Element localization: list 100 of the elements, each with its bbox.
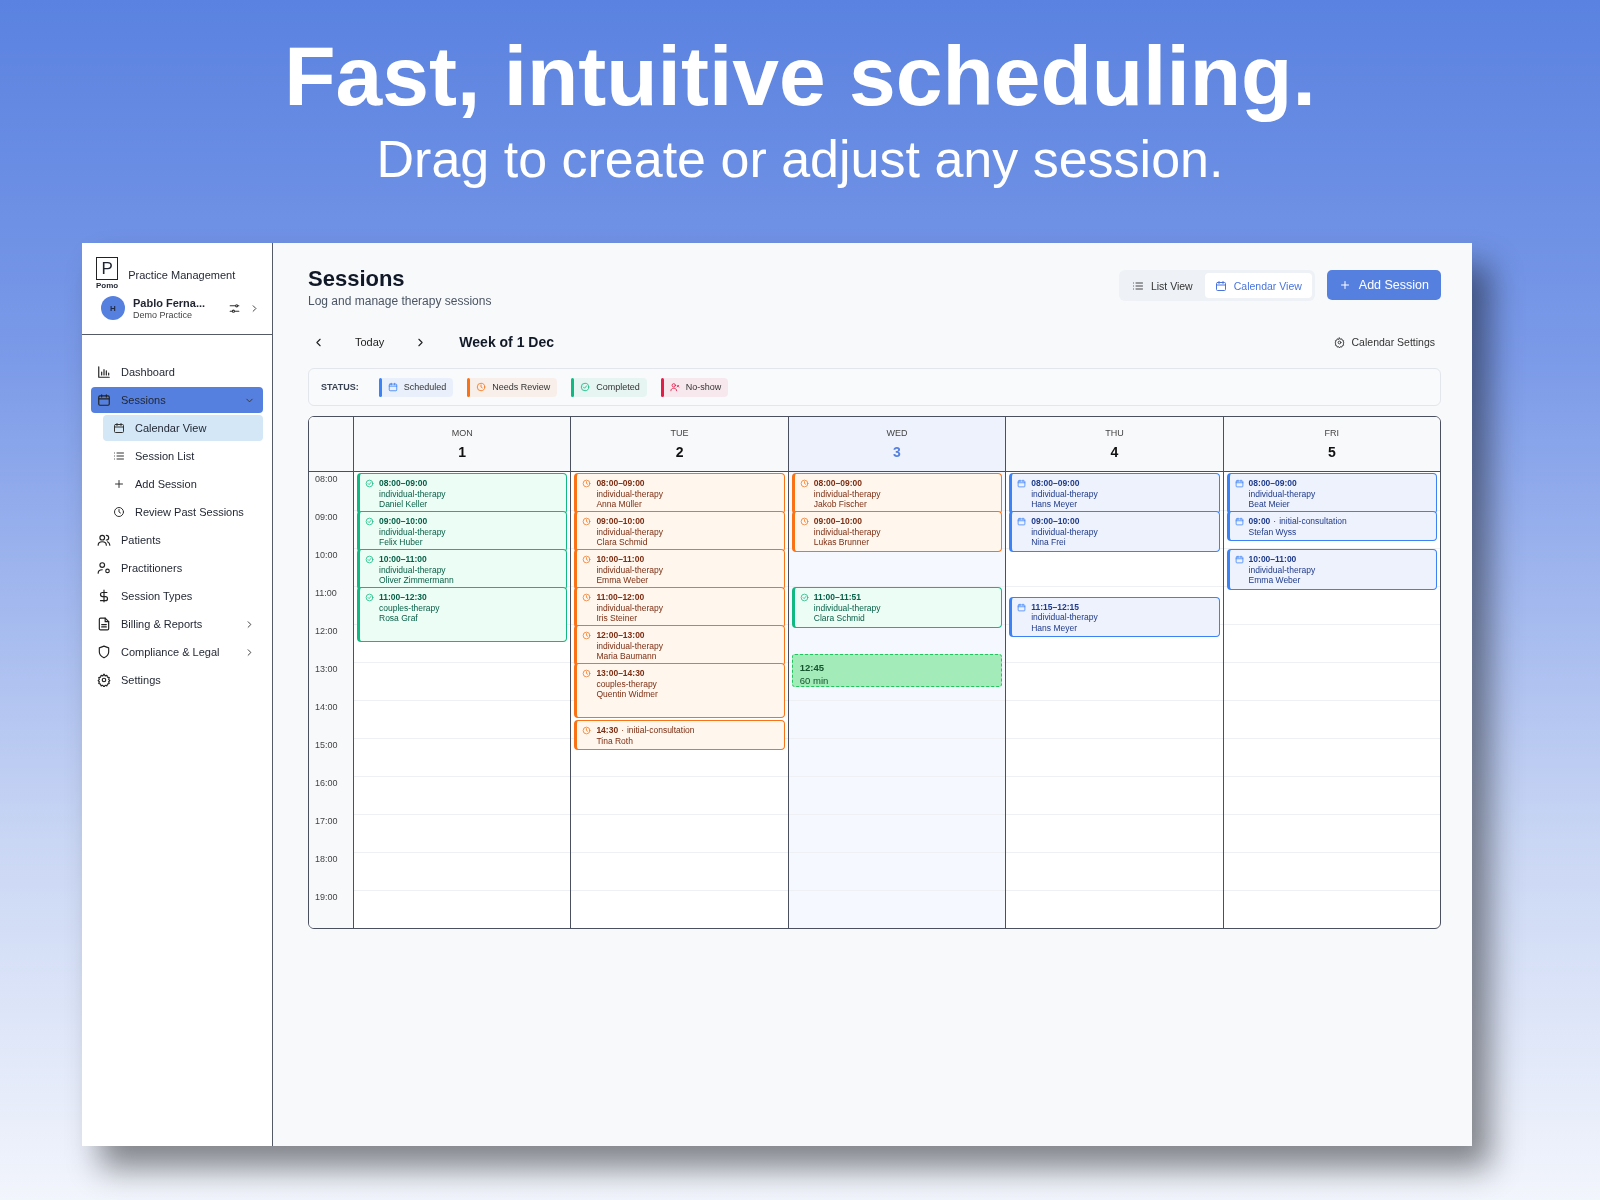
time-label: 15:00	[314, 739, 339, 752]
session-event[interactable]: 12:00–13:00 individual-therapy Maria Baumann	[574, 625, 785, 666]
calendar-icon	[113, 422, 125, 434]
time-label: 12:00	[314, 625, 339, 638]
clock-icon	[476, 382, 487, 392]
check-circle-icon	[365, 555, 374, 564]
shield-icon	[97, 645, 111, 659]
calendar-icon	[97, 393, 111, 407]
check-circle-icon	[799, 593, 809, 602]
session-event[interactable]: 08:00–09:00 individual-therapy Beat Meier	[1226, 473, 1437, 514]
list-icon	[113, 450, 125, 462]
session-event[interactable]: 10:00–11:00 individual-therapy Oliver Zimmermann	[357, 549, 568, 590]
nav-item[interactable]: Billing & Reports	[91, 611, 263, 637]
sliders-icon[interactable]	[228, 301, 241, 315]
session-event[interactable]: 08:00–09:00 individual-therapy Anna Müller	[574, 473, 785, 514]
settings-icon	[1333, 336, 1345, 348]
page-subtitle: Log and manage therapy sessions	[308, 294, 493, 308]
time-label: 19:00	[314, 891, 339, 904]
today-button[interactable]: Today	[339, 332, 401, 352]
view-tab[interactable]: List View	[1121, 273, 1203, 298]
status-chip: Scheduled	[378, 377, 454, 397]
session-event[interactable]: 09:00–10:00 individual-therapy Lukas Brunner	[791, 511, 1003, 552]
session-event[interactable]: 11:00–11:51 individual-therapy Clara Schmid	[791, 587, 1003, 628]
nav-subitem[interactable]: Review Past Sessions	[103, 499, 263, 525]
calendar-icon	[1214, 279, 1227, 292]
day-header: WED 3	[788, 417, 1006, 472]
clock-icon	[582, 669, 592, 678]
clock-icon	[582, 555, 592, 564]
nav-item[interactable]: Sessions	[91, 387, 263, 413]
calendar-icon	[1234, 479, 1244, 488]
session-event[interactable]: 11:15–12:15 individual-therapy Hans Meyer	[1009, 596, 1220, 637]
clock-icon	[799, 479, 809, 488]
clock-icon	[582, 593, 592, 602]
session-event[interactable]: 13:00–14:30 couples-therapy Quentin Widmer	[574, 663, 785, 718]
session-event[interactable]: 09:00–10:00 individual-therapy Nina Frei	[1009, 511, 1220, 552]
app-name: Practice Management	[128, 269, 236, 281]
session-event[interactable]: 10:00–11:00 individual-therapy Emma Weber	[1226, 549, 1437, 590]
clock-icon	[799, 517, 809, 526]
calendar-icon	[387, 382, 398, 392]
calendar-settings-button[interactable]: Calendar Settings	[1327, 335, 1441, 349]
list-icon	[1131, 279, 1144, 292]
nav-subitem[interactable]: Add Session	[103, 471, 263, 497]
session-event[interactable]: 11:00–12:30 couples-therapy Rosa Graf	[357, 587, 568, 642]
calendar-icon	[1017, 479, 1027, 488]
week-label: Week of 1 Dec	[459, 334, 555, 350]
headline: Fast, intuitive scheduling.	[284, 28, 1316, 125]
status-chip: Needs Review	[467, 377, 558, 397]
plus-icon	[1338, 279, 1351, 291]
page-title: Sessions	[308, 265, 406, 293]
time-label: 09:00	[314, 511, 339, 524]
calendar-icon	[1017, 602, 1027, 612]
user-name: Pablo Ferna...	[133, 296, 207, 309]
nav-subitem[interactable]: Calendar View	[103, 415, 263, 441]
time-label: 18:00	[314, 853, 339, 866]
people-icon	[97, 533, 111, 547]
add-session-button[interactable]: Add Session	[1326, 270, 1441, 300]
session-event[interactable]: 09:00–10:00 individual-therapy Clara Schmid	[574, 511, 785, 552]
time-label: 08:00	[314, 473, 339, 486]
time-label: 14:00	[314, 701, 339, 714]
logo-name: Pomo	[96, 281, 119, 290]
session-event[interactable]: 08:00–09:00 individual-therapy Daniel Keller	[357, 473, 568, 514]
calendar-icon	[1234, 517, 1244, 526]
view-tab[interactable]: Calendar View	[1204, 273, 1312, 298]
check-circle-icon	[580, 382, 591, 392]
clock-icon	[582, 479, 592, 488]
check-circle-icon	[365, 593, 374, 602]
session-event[interactable]: 09:00 · initial-consultation Stefan Wyss	[1226, 511, 1437, 541]
day-header: MON 1	[354, 417, 571, 472]
user-x-icon	[669, 382, 680, 392]
nav-subitem[interactable]: Session List	[103, 443, 263, 469]
status-chip: Completed	[571, 377, 647, 397]
nav-item[interactable]: Settings	[91, 667, 263, 693]
time-label: 10:00	[314, 549, 339, 562]
chevron-right-icon[interactable]	[249, 302, 260, 314]
nav-item[interactable]: Practitioners	[91, 555, 263, 581]
session-event[interactable]: 09:00–10:00 individual-therapy Felix Huber	[357, 511, 568, 552]
clock-icon	[582, 631, 592, 640]
time-label: 11:00	[314, 587, 338, 600]
calendar-icon	[1234, 555, 1244, 564]
nav-item[interactable]: Patients	[91, 527, 263, 553]
session-event[interactable]: 11:00–12:00 individual-therapy Iris Steiner	[574, 587, 785, 628]
day-header: TUE 2	[571, 417, 788, 472]
subheadline: Drag to create or adjust any session.	[376, 129, 1224, 190]
draft-session[interactable]: 12:45 60 min	[791, 653, 1003, 687]
clock-icon	[582, 517, 592, 526]
time-label: 17:00	[314, 815, 339, 828]
nav-item[interactable]: Session Types	[91, 583, 263, 609]
legend-label: STATUS:	[321, 382, 359, 392]
nav-item[interactable]: Compliance & Legal	[91, 639, 263, 665]
session-event[interactable]: 08:00–09:00 individual-therapy Jakob Fischer	[791, 473, 1003, 514]
time-label: 13:00	[314, 663, 339, 676]
clock-icon	[582, 726, 592, 735]
time-label: 16:00	[314, 777, 339, 790]
session-event[interactable]: 10:00–11:00 individual-therapy Emma Weber	[574, 549, 785, 590]
session-event[interactable]: 14:30 · initial-consultation Tina Roth	[574, 720, 785, 750]
session-event[interactable]: 08:00–09:00 individual-therapy Hans Meyer	[1009, 473, 1220, 514]
nav-item[interactable]: Dashboard	[91, 359, 263, 385]
plus-icon	[113, 478, 125, 490]
check-circle-icon	[365, 517, 374, 526]
day-header: FRI 5	[1223, 417, 1440, 472]
